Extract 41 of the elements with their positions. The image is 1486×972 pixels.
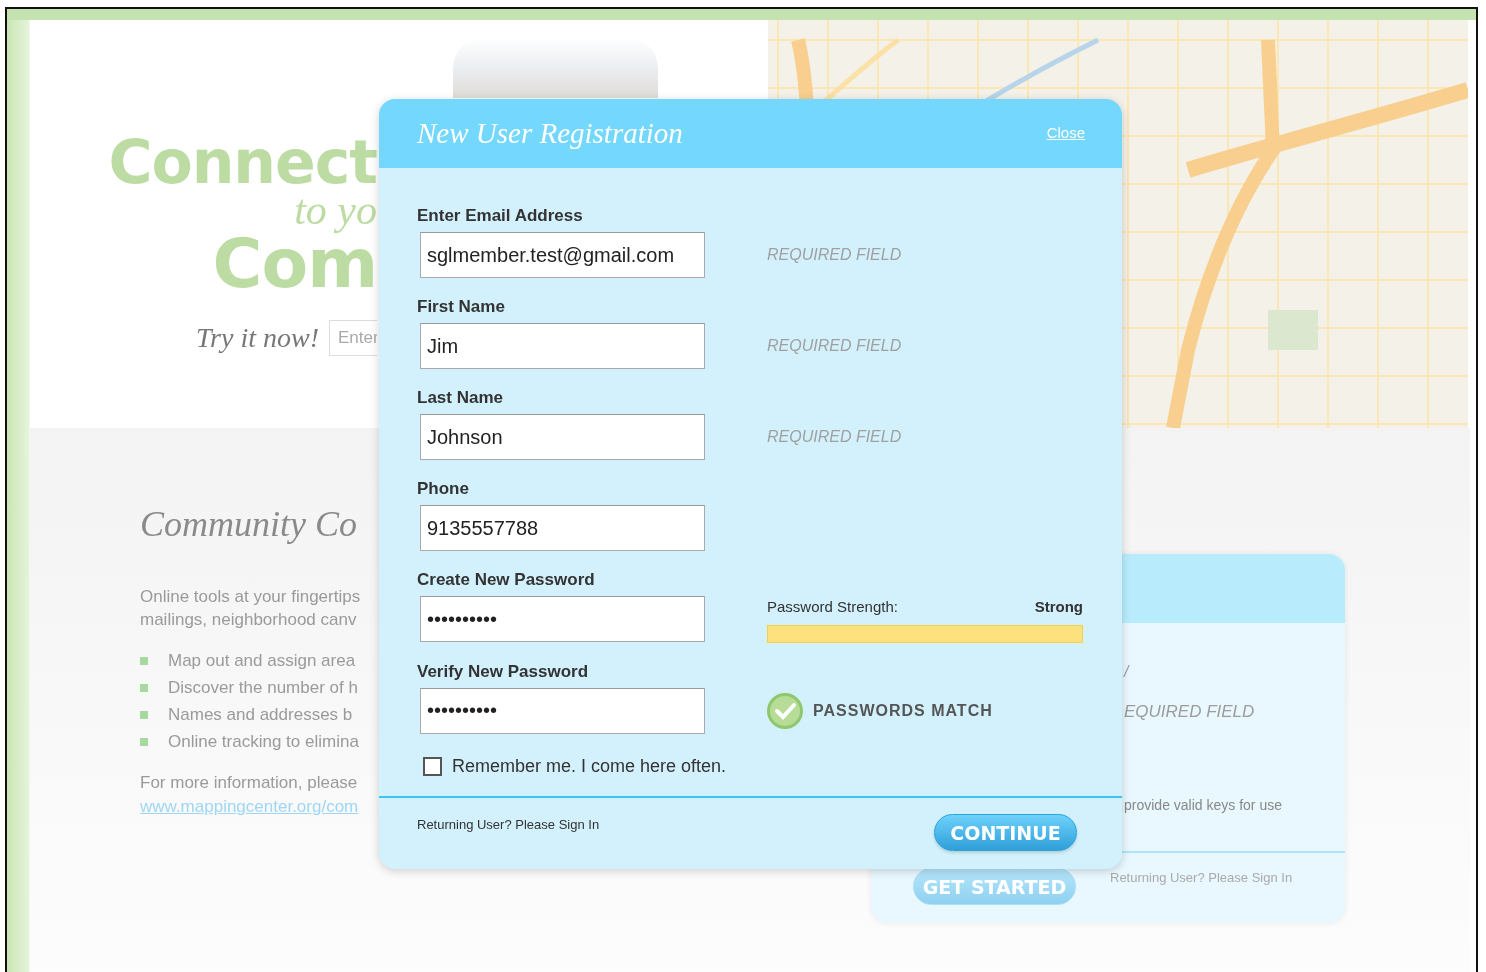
field-label: Verify New Password [417, 661, 590, 682]
dialog-title: New User Registration [417, 117, 683, 150]
sign-in-link[interactable]: Please Sign In [515, 817, 600, 832]
required-note: REQUIRED FIELD [767, 428, 902, 445]
field-label: Last Name [417, 388, 504, 408]
headline-text: Connect [108, 132, 377, 192]
bullet-text: Names and addresses b [168, 704, 353, 726]
returning-label: Returning User? [1110, 870, 1205, 885]
field-label: Create New Password [417, 570, 596, 590]
info-text: For more information, please [140, 772, 359, 794]
input-field[interactable]: 9135557788 [420, 505, 705, 551]
bullet-text: Online tracking to elimina [168, 731, 359, 753]
input-field[interactable]: Johnson [420, 414, 705, 460]
bullet-icon [140, 737, 148, 746]
input-field[interactable]: Jim [420, 323, 705, 369]
intro-text: Online tools at your fingertips [140, 586, 362, 608]
input-field[interactable]: sglmember.test@gmail.com [420, 232, 705, 278]
bullet-icon [140, 710, 148, 719]
checkbox[interactable] [423, 756, 442, 776]
bullet-icon [140, 656, 148, 665]
field-label: Phone [417, 479, 470, 499]
input-field[interactable]: •••••••••• [420, 687, 705, 734]
try-label: Try it now! [196, 321, 319, 354]
text-fragment: / [1124, 663, 1131, 681]
intro-text: mailings, neighborhood canv [140, 609, 358, 631]
field-label: Enter Email Address [417, 206, 584, 226]
required-note: REQUIRED FIELD [767, 246, 902, 263]
field-label: First Name [417, 297, 506, 317]
note-text: provide valid keys for use [1124, 795, 1283, 815]
input-field[interactable]: •••••••••• [420, 596, 705, 643]
section-title: Community Co [140, 503, 358, 545]
required-note: REQUIRED FIELD [767, 337, 902, 354]
remember-label: Remember me. I come here often. [452, 754, 727, 778]
bullet-icon [140, 683, 148, 692]
strength-value: Strong [1034, 597, 1083, 617]
required-note: EQUIRED FIELD [1124, 701, 1256, 723]
strength-label: Password Strength: [767, 597, 898, 617]
returning-label: Returning User? [417, 817, 512, 832]
bullet-text: Map out and assign area [168, 650, 356, 672]
match-status: PASSWORDS MATCH [813, 700, 993, 721]
bullet-text: Discover the number of h [168, 677, 358, 699]
